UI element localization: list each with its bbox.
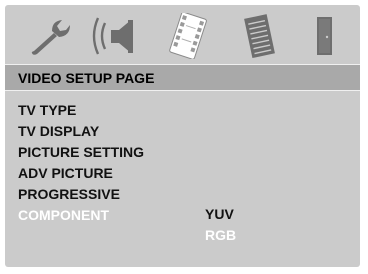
option-yuv[interactable]: YUV: [205, 205, 236, 226]
menu-item-tv-type[interactable]: TV TYPE: [18, 101, 218, 122]
menu-item-component[interactable]: COMPONENT: [18, 206, 218, 227]
setup-tab-bar: [5, 5, 360, 64]
menu-item-adv-picture[interactable]: ADV PICTURE: [18, 164, 218, 185]
wrench-icon: [31, 20, 70, 55]
tab-general-setup[interactable]: [24, 13, 84, 59]
speaker-icon: [92, 17, 133, 55]
component-option-list: YUV RGB: [205, 205, 236, 247]
menu-item-progressive[interactable]: PROGRESSIVE: [18, 185, 218, 206]
film-strip-icon: [169, 13, 207, 59]
menu-item-picture-setting[interactable]: PICTURE SETTING: [18, 143, 218, 164]
document-icon: [244, 14, 275, 59]
page-header-bar: VIDEO SETUP PAGE: [5, 64, 360, 91]
menu-item-tv-display[interactable]: TV DISPLAY: [18, 122, 218, 143]
tab-exit-setup[interactable]: [292, 13, 352, 59]
tab-audio-setup[interactable]: [87, 13, 147, 59]
option-rgb[interactable]: RGB: [205, 226, 236, 247]
tab-preference-page[interactable]: [230, 13, 290, 59]
setup-item-list: TV TYPE TV DISPLAY PICTURE SETTING ADV P…: [18, 101, 218, 227]
video-setup-menu: VIDEO SETUP PAGE TV TYPE TV DISPLAY PICT…: [5, 5, 360, 267]
tab-video-setup[interactable]: [159, 13, 219, 59]
page-title: VIDEO SETUP PAGE: [18, 70, 155, 86]
door-icon: [317, 17, 332, 55]
